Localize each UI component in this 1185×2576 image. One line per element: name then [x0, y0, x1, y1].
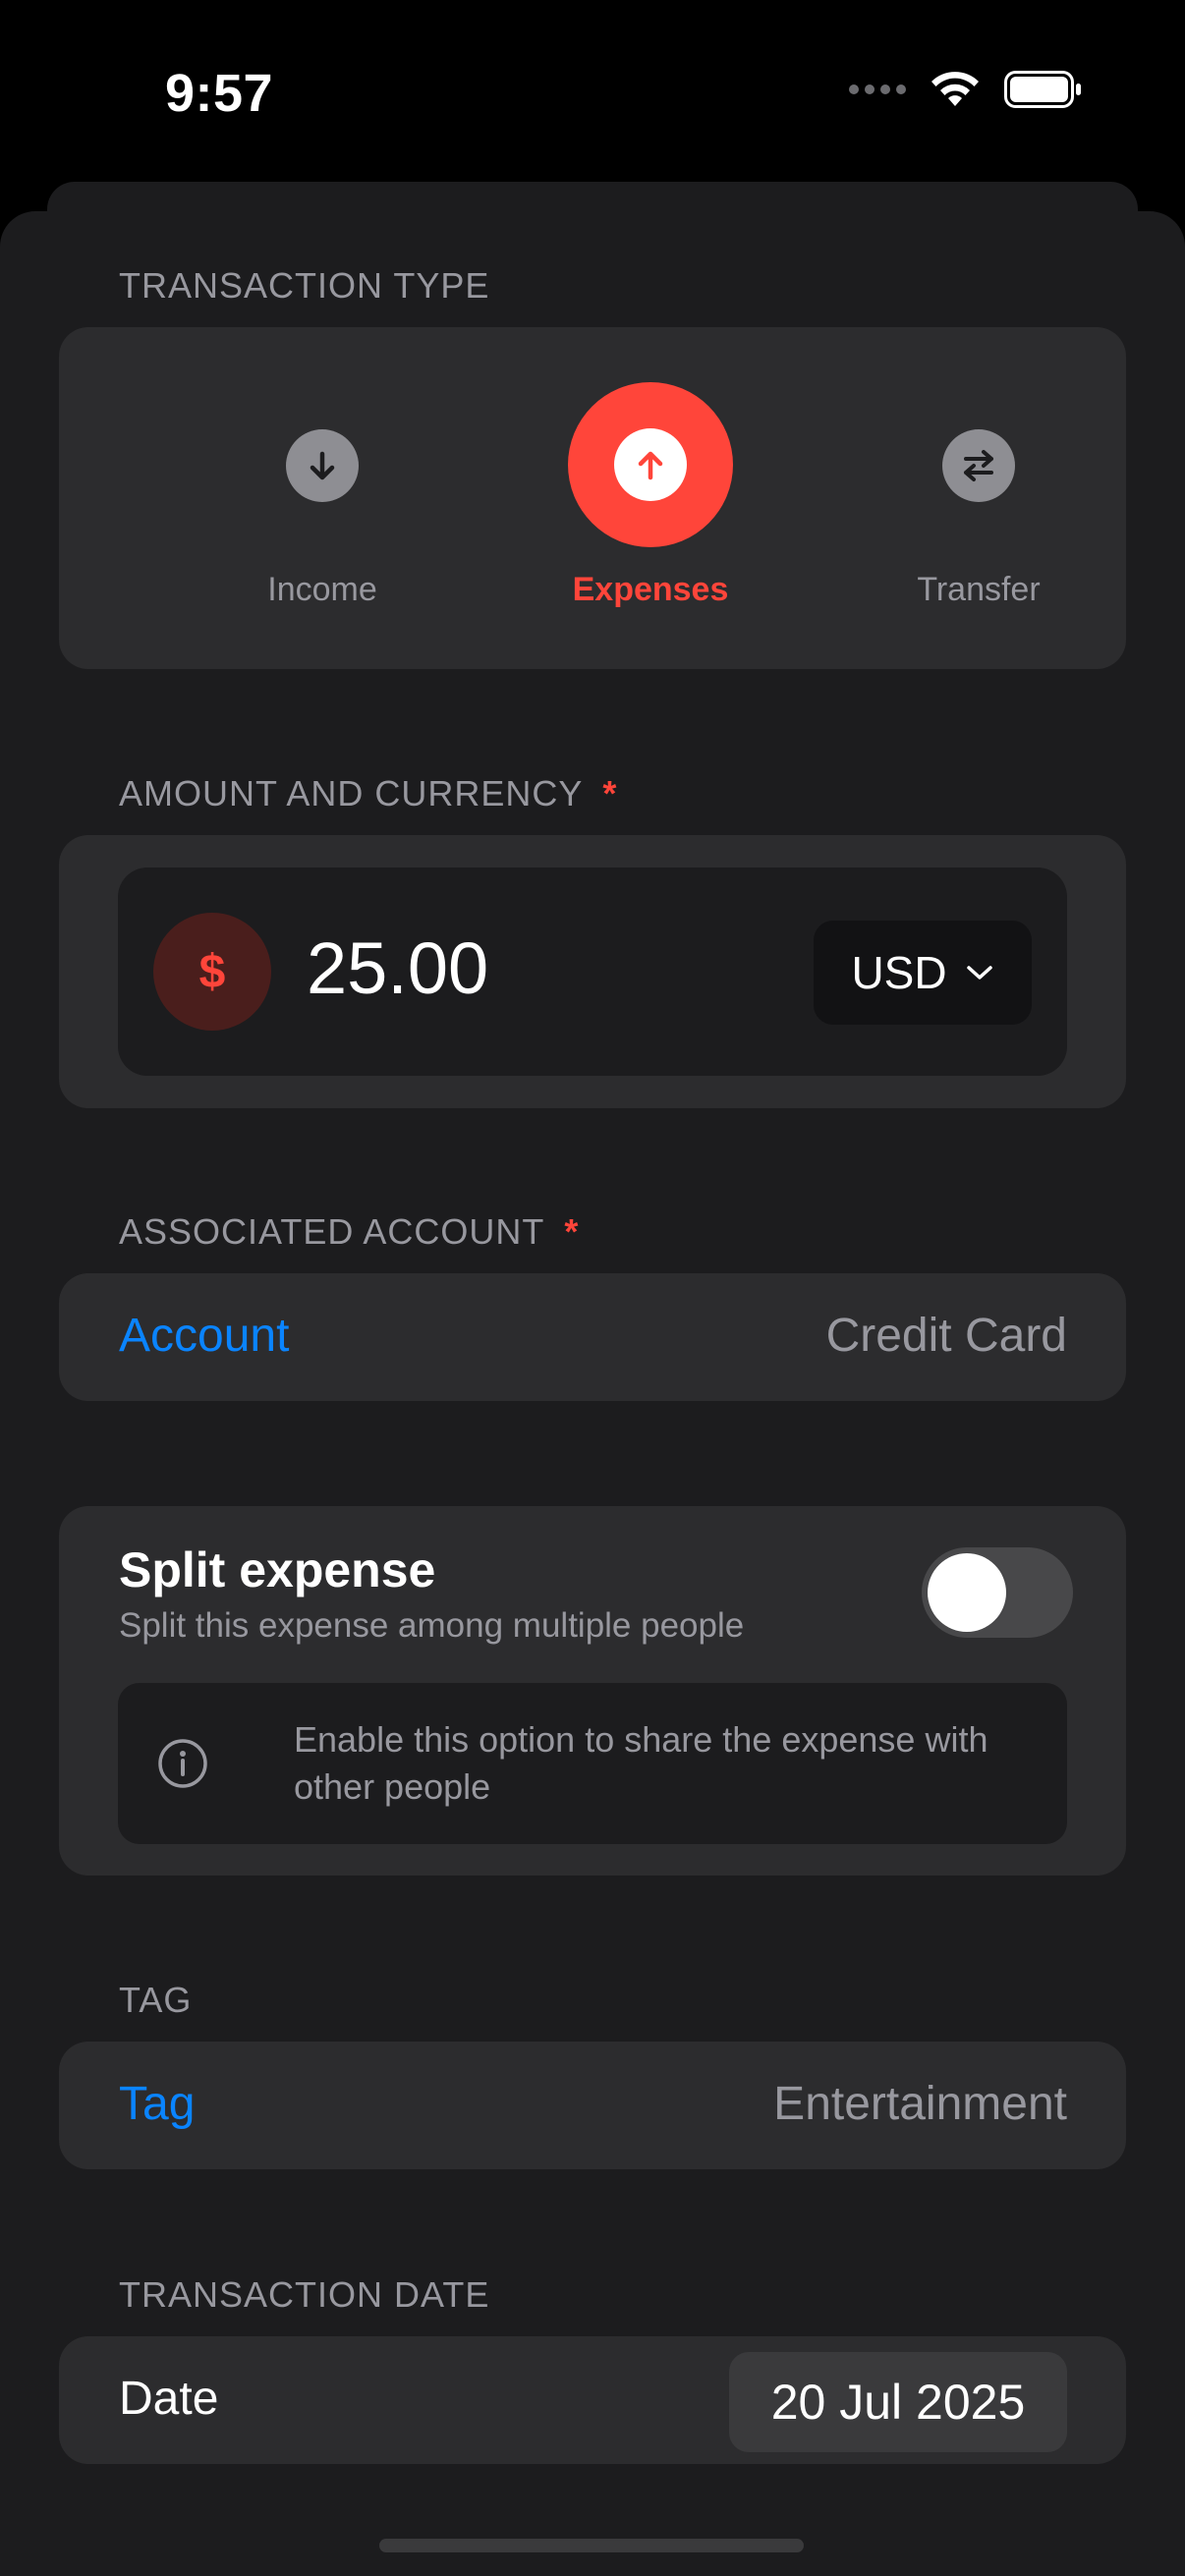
add-transaction-sheet: TRANSACTION TYPE Income Expenses Transfe…: [0, 211, 1185, 2576]
battery-icon: [1004, 71, 1081, 108]
split-expense-card: Split expense Split this expense among m…: [59, 1506, 1126, 1876]
arrow-up-icon: [568, 382, 733, 547]
type-option-label: Expenses: [572, 571, 729, 608]
wifi-icon: [931, 72, 979, 106]
info-icon: [158, 1739, 207, 1788]
tag-section-label: TAG: [119, 1980, 193, 2020]
account-value: Credit Card: [825, 1310, 1067, 1362]
currency-code: USD: [851, 947, 947, 998]
currency-selector[interactable]: USD: [814, 921, 1032, 1025]
split-info-box: Enable this option to share the expense …: [118, 1683, 1067, 1844]
amount-input[interactable]: 25.00: [307, 926, 488, 1010]
date-picker-button[interactable]: 20 Jul 2025: [729, 2352, 1067, 2452]
account-label: Account: [119, 1310, 290, 1362]
transaction-type-card: Income Expenses Transfer: [59, 327, 1126, 669]
type-option-label: Transfer: [917, 571, 1041, 608]
home-indicator[interactable]: [379, 2539, 804, 2552]
split-expense-subtitle: Split this expense among multiple people: [119, 1606, 745, 1645]
swap-arrows-icon: [942, 429, 1015, 502]
type-option-label: Income: [267, 571, 377, 608]
tag-value: Entertainment: [773, 2078, 1067, 2130]
amount-section-label: AMOUNT AND CURRENCY *: [119, 773, 617, 814]
split-info-text: Enable this option to share the expense …: [294, 1719, 988, 1807]
transaction-type-label: TRANSACTION TYPE: [119, 265, 490, 306]
toggle-knob: [928, 1553, 1006, 1632]
type-option-expenses[interactable]: Expenses: [503, 327, 798, 669]
tag-row[interactable]: Tag Entertainment: [59, 2042, 1126, 2169]
chevron-down-icon: [966, 966, 992, 980]
amount-card: $ 25.00 USD: [59, 835, 1126, 1108]
account-section-label: ASSOCIATED ACCOUNT *: [119, 1211, 579, 1253]
cellular-signal-icon: [849, 84, 906, 94]
account-row[interactable]: Account Credit Card: [59, 1273, 1126, 1401]
required-marker: *: [602, 773, 618, 813]
date-label: Date: [119, 2373, 219, 2425]
type-option-transfer[interactable]: Transfer: [831, 327, 1126, 669]
split-expense-toggle[interactable]: [922, 1547, 1073, 1638]
date-row: Date 20 Jul 2025: [59, 2336, 1126, 2464]
type-option-income[interactable]: Income: [175, 327, 470, 669]
arrow-down-icon: [286, 429, 359, 502]
status-time: 9:57: [165, 64, 274, 123]
date-section-label: TRANSACTION DATE: [119, 2274, 490, 2315]
amount-input-container: $ 25.00 USD: [118, 868, 1067, 1076]
tag-label: Tag: [119, 2078, 196, 2130]
split-expense-title: Split expense: [119, 1542, 436, 1597]
status-icons: [849, 71, 1083, 108]
account-label-text: ASSOCIATED ACCOUNT: [119, 1211, 545, 1252]
amount-label-text: AMOUNT AND CURRENCY: [119, 773, 584, 813]
required-marker: *: [564, 1211, 580, 1252]
dollar-icon: $: [153, 913, 271, 1031]
status-bar: 9:57: [0, 0, 1185, 187]
